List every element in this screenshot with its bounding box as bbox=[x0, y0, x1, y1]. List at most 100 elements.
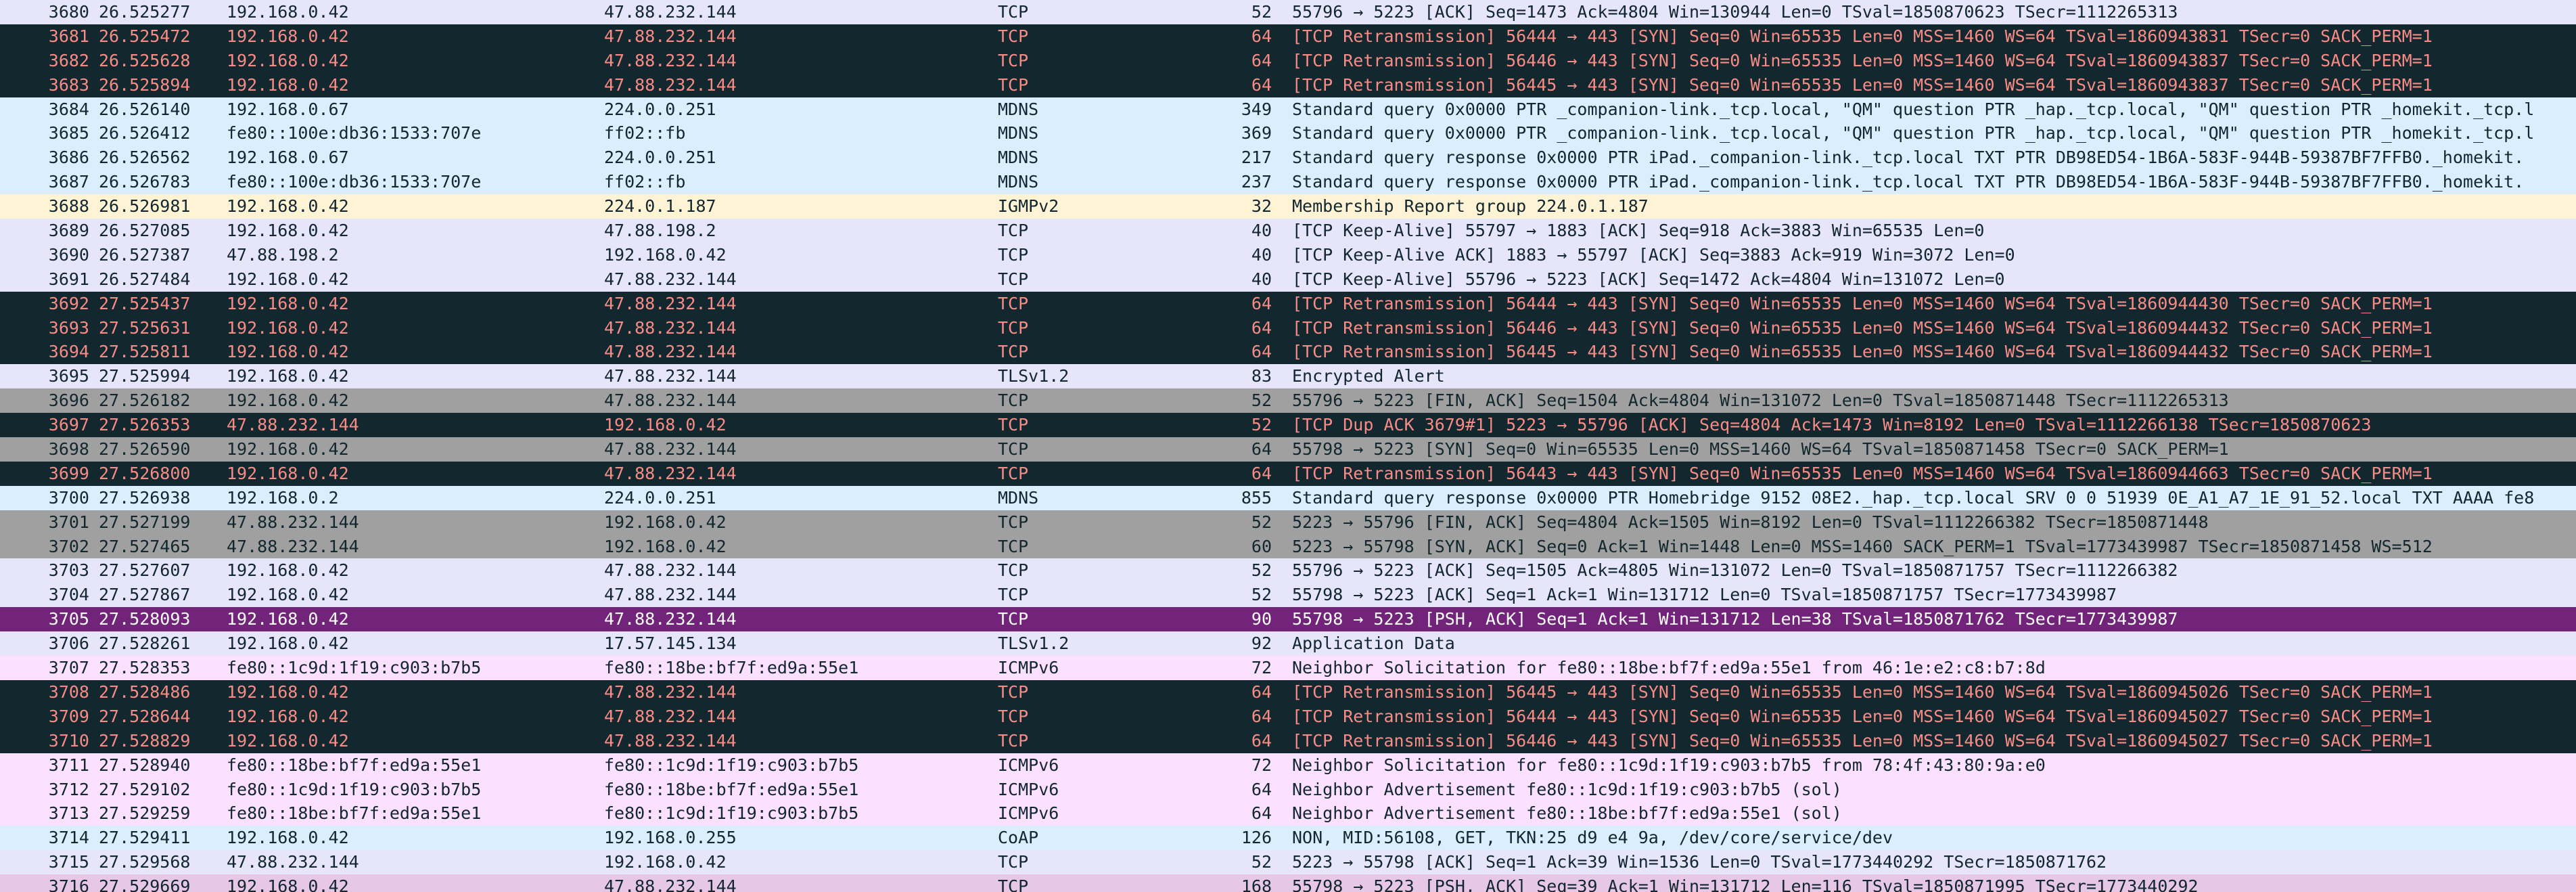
packet-source: 192.168.0.42 bbox=[227, 74, 349, 95]
packet-row[interactable]: 3712 27.529102 fe80::1c9d:1f19:c903:b7b5 fe… bbox=[0, 777, 2576, 802]
packet-row[interactable]: 3687 26.526783 fe80::100e:db36:1533:707e ff… bbox=[0, 170, 2576, 195]
packet-row-selected[interactable]: 3705 27.528093 192.168.0.42 47.88.232.144 TC… bbox=[0, 607, 2576, 632]
packet-destination: 224.0.0.251 bbox=[604, 487, 716, 508]
packet-row[interactable]: 3693 27.525631 192.168.0.42 47.88.232.144 TC… bbox=[0, 315, 2576, 340]
packet-row[interactable]: 3698 27.526590 192.168.0.42 47.88.232.144 TC… bbox=[0, 437, 2576, 462]
packet-number: 3694 bbox=[48, 342, 89, 362]
packet-row[interactable]: 3685 26.526412 fe80::100e:db36:1533:707e ff… bbox=[0, 121, 2576, 146]
packet-length: 64 bbox=[1251, 317, 1272, 338]
packet-protocol: TCP bbox=[998, 342, 1029, 362]
packet-row[interactable]: 3696 27.526182 192.168.0.42 47.88.232.144 TC… bbox=[0, 388, 2576, 414]
packet-destination: 192.168.0.42 bbox=[604, 536, 727, 556]
packet-row[interactable]: 3713 27.529259 fe80::18be:bf7f:ed9a:55e1 fe… bbox=[0, 801, 2576, 826]
packet-time: 27.528940 bbox=[99, 755, 191, 775]
packet-number: 3708 bbox=[48, 682, 89, 702]
packet-length: 64 bbox=[1251, 50, 1272, 70]
packet-row[interactable]: 3688 26.526981 192.168.0.42 224.0.1.187 IGMP… bbox=[0, 194, 2576, 219]
packet-row[interactable]: 3691 26.527484 192.168.0.42 47.88.232.144 TC… bbox=[0, 267, 2576, 292]
packet-time: 27.525437 bbox=[99, 293, 191, 313]
packet-info: NON, MID:56108, GET, TKN:25 d9 e4 9a, /d… bbox=[1292, 828, 1893, 848]
packet-row[interactable]: 3702 27.527465 47.88.232.144 192.168.0.42 TC… bbox=[0, 534, 2576, 559]
packet-time: 26.526412 bbox=[99, 123, 191, 143]
packet-row[interactable]: 3681 26.525472 192.168.0.42 47.88.232.144 TC… bbox=[0, 24, 2576, 49]
packet-length: 40 bbox=[1251, 269, 1272, 289]
packet-source: 192.168.0.42 bbox=[227, 366, 349, 386]
packet-destination: 47.88.232.144 bbox=[604, 730, 737, 751]
packet-row[interactable]: 3695 27.525994 192.168.0.42 47.88.232.144 TL… bbox=[0, 364, 2576, 389]
packet-info: Neighbor Advertisement fe80::1c9d:1f19:c… bbox=[1292, 779, 1842, 799]
packet-protocol: ICMPv6 bbox=[998, 755, 1059, 775]
packet-time: 26.526140 bbox=[99, 99, 191, 119]
packet-destination: 192.168.0.42 bbox=[604, 512, 727, 532]
packet-row[interactable]: 3690 26.527387 47.88.198.2 192.168.0.42 TCP 4… bbox=[0, 242, 2576, 267]
packet-row[interactable]: 3701 27.527199 47.88.232.144 192.168.0.42 TC… bbox=[0, 510, 2576, 535]
packet-row[interactable]: 3707 27.528353 fe80::1c9d:1f19:c903:b7b5 fe… bbox=[0, 656, 2576, 680]
packet-protocol: TCP bbox=[998, 682, 1029, 702]
packet-length: 32 bbox=[1251, 196, 1272, 217]
packet-length: 64 bbox=[1251, 463, 1272, 483]
packet-number: 3711 bbox=[48, 755, 89, 775]
packet-length: 64 bbox=[1251, 439, 1272, 460]
packet-destination: 192.168.0.42 bbox=[604, 852, 727, 872]
packet-source: 192.168.0.42 bbox=[227, 221, 349, 241]
packet-number: 3704 bbox=[48, 585, 89, 605]
packet-row[interactable]: 3716 27.529669 192.168.0.42 47.88.232.144 TC… bbox=[0, 874, 2576, 892]
packet-number: 3713 bbox=[48, 803, 89, 824]
packet-row[interactable]: 3706 27.528261 192.168.0.42 17.57.145.134 TL… bbox=[0, 631, 2576, 656]
packet-length: 64 bbox=[1251, 730, 1272, 751]
packet-row[interactable]: 3714 27.529411 192.168.0.42 192.168.0.255 Co… bbox=[0, 826, 2576, 851]
packet-row[interactable]: 3700 27.526938 192.168.0.2 224.0.0.251 MDNS 8… bbox=[0, 485, 2576, 510]
packet-number: 3697 bbox=[48, 415, 89, 435]
packet-info: [TCP Dup ACK 3679#1] 5223 → 55796 [ACK] … bbox=[1292, 415, 2372, 435]
packet-destination: 47.88.232.144 bbox=[604, 876, 737, 892]
packet-row[interactable]: 3682 26.525628 192.168.0.42 47.88.232.144 TC… bbox=[0, 48, 2576, 73]
packet-info: [TCP Keep-Alive] 55796 → 5223 [ACK] Seq=… bbox=[1292, 269, 2005, 289]
packet-time: 27.528644 bbox=[99, 706, 191, 726]
packet-protocol: TCP bbox=[998, 439, 1029, 460]
packet-protocol: IGMPv2 bbox=[998, 196, 1059, 217]
packet-number: 3705 bbox=[48, 609, 89, 629]
packet-time: 27.527867 bbox=[99, 585, 191, 605]
packet-row[interactable]: 3694 27.525811 192.168.0.42 47.88.232.144 TC… bbox=[0, 340, 2576, 365]
packet-number: 3690 bbox=[48, 244, 89, 265]
packet-time: 27.526938 bbox=[99, 487, 191, 508]
packet-row[interactable]: 3711 27.528940 fe80::18be:bf7f:ed9a:55e1 fe… bbox=[0, 753, 2576, 778]
packet-source: fe80::1c9d:1f19:c903:b7b5 bbox=[227, 779, 482, 799]
packet-length: 40 bbox=[1251, 244, 1272, 265]
packet-row[interactable]: 3715 27.529568 47.88.232.144 192.168.0.42 TC… bbox=[0, 850, 2576, 875]
packet-destination: 47.88.232.144 bbox=[604, 439, 737, 460]
packet-row[interactable]: 3680 26.525277 192.168.0.42 47.88.232.144 TC… bbox=[0, 0, 2576, 24]
packet-number: 3700 bbox=[48, 487, 89, 508]
packet-destination: fe80::1c9d:1f19:c903:b7b5 bbox=[604, 803, 859, 824]
packet-length: 369 bbox=[1241, 123, 1272, 143]
packet-row[interactable]: 3683 26.525894 192.168.0.42 47.88.232.144 TC… bbox=[0, 72, 2576, 97]
packet-info: [TCP Retransmission] 56446 → 443 [SYN] S… bbox=[1292, 730, 2433, 751]
packet-info: Membership Report group 224.0.1.187 bbox=[1292, 196, 1649, 217]
packet-protocol: TCP bbox=[998, 730, 1029, 751]
packet-row[interactable]: 3708 27.528486 192.168.0.42 47.88.232.144 TC… bbox=[0, 679, 2576, 705]
packet-row[interactable]: 3703 27.527607 192.168.0.42 47.88.232.144 TC… bbox=[0, 558, 2576, 583]
packet-destination: 47.88.232.144 bbox=[604, 269, 737, 289]
packet-row[interactable]: 3697 27.526353 47.88.232.144 192.168.0.42 TC… bbox=[0, 413, 2576, 438]
packet-row[interactable]: 3686 26.526562 192.168.0.67 224.0.0.251 MDNS… bbox=[0, 146, 2576, 171]
packet-row[interactable]: 3684 26.526140 192.168.0.67 224.0.0.251 MDNS… bbox=[0, 97, 2576, 122]
packet-length: 64 bbox=[1251, 74, 1272, 95]
packet-time: 26.527387 bbox=[99, 244, 191, 265]
packet-row[interactable]: 3710 27.528829 192.168.0.42 47.88.232.144 TC… bbox=[0, 728, 2576, 753]
packet-row[interactable]: 3704 27.527867 192.168.0.42 47.88.232.144 TC… bbox=[0, 583, 2576, 608]
packet-row[interactable]: 3709 27.528644 192.168.0.42 47.88.232.144 TC… bbox=[0, 704, 2576, 729]
packet-destination: fe80::18be:bf7f:ed9a:55e1 bbox=[604, 658, 859, 678]
packet-destination: 47.88.232.144 bbox=[604, 366, 737, 386]
packet-destination: 47.88.232.144 bbox=[604, 2, 737, 22]
packet-length: 64 bbox=[1251, 779, 1272, 799]
packet-number: 3683 bbox=[48, 74, 89, 95]
packet-row[interactable]: 3699 27.526800 192.168.0.42 47.88.232.144 TC… bbox=[0, 461, 2576, 486]
packet-time: 27.529568 bbox=[99, 852, 191, 872]
packet-time: 27.529259 bbox=[99, 803, 191, 824]
packet-protocol: TCP bbox=[998, 221, 1029, 241]
packet-time: 27.528829 bbox=[99, 730, 191, 751]
packet-row[interactable]: 3692 27.525437 192.168.0.42 47.88.232.144 TC… bbox=[0, 291, 2576, 316]
packet-row[interactable]: 3689 26.527085 192.168.0.42 47.88.198.2 TCP 4… bbox=[0, 219, 2576, 243]
packet-destination: fe80::1c9d:1f19:c903:b7b5 bbox=[604, 755, 859, 775]
packet-source: fe80::100e:db36:1533:707e bbox=[227, 172, 482, 192]
